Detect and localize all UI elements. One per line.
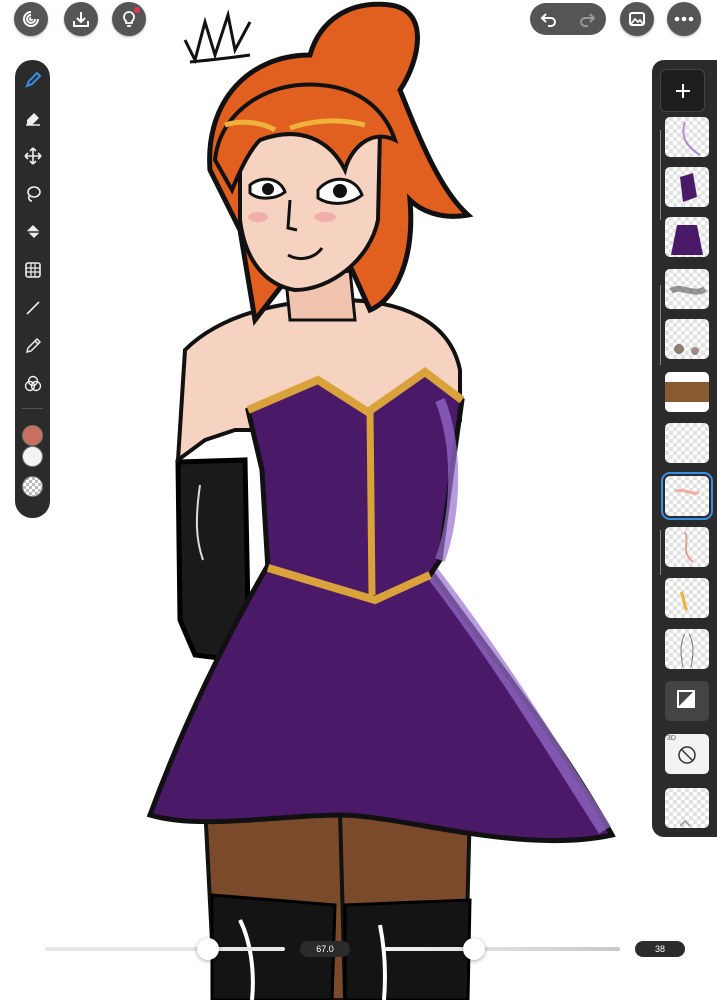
- import-button[interactable]: [64, 2, 98, 36]
- artwork-crown: [183, 9, 252, 65]
- layer-thumbnail[interactable]: [665, 117, 709, 157]
- fill-bucket-icon: [26, 225, 40, 238]
- more-icon: [674, 16, 694, 22]
- undo-button[interactable]: [530, 3, 568, 35]
- gallery-icon: [629, 12, 645, 26]
- tool-lasso[interactable]: [15, 179, 50, 209]
- add-layer-button[interactable]: [660, 69, 705, 112]
- tool-eraser[interactable]: [15, 103, 50, 133]
- layer-thumbnail[interactable]: [665, 578, 709, 618]
- lasso-icon: [26, 186, 41, 202]
- layer-thumbnail[interactable]: [665, 319, 709, 359]
- layer-group-line: [660, 285, 661, 365]
- brush-icon: [24, 71, 41, 88]
- gallery-button[interactable]: [620, 2, 654, 36]
- layer-thumbnail[interactable]: [665, 269, 709, 309]
- layer-group-line: [660, 130, 661, 220]
- undo-redo-group: [530, 3, 606, 35]
- app-logo-button[interactable]: [14, 2, 48, 36]
- layer-thumbnail[interactable]: [665, 423, 709, 463]
- layer-thumbnail[interactable]: [665, 167, 709, 207]
- notification-dot: [134, 7, 140, 13]
- more-button[interactable]: [667, 2, 701, 36]
- brush-size-track[interactable]: [45, 947, 285, 951]
- plus-icon: [675, 83, 690, 98]
- badge-3d: 3D: [667, 735, 676, 742]
- tool-line[interactable]: [15, 293, 50, 323]
- layer-thumbnail[interactable]: [665, 629, 709, 669]
- tool-blend[interactable]: [15, 369, 50, 399]
- opacity-value: 38: [635, 941, 685, 957]
- opacity-track[interactable]: [385, 947, 620, 951]
- collapse-layers-button[interactable]: [678, 815, 692, 833]
- layer-thumbnail[interactable]: [665, 217, 709, 257]
- layer-thumbnail[interactable]: [665, 372, 709, 412]
- app-logo-icon: [23, 11, 39, 27]
- eraser-icon: [25, 113, 40, 126]
- tips-button[interactable]: [112, 2, 146, 36]
- eyedropper-icon: [25, 337, 41, 354]
- tool-move[interactable]: [15, 141, 50, 171]
- color-blend-icon: [24, 375, 41, 392]
- redo-icon: [580, 13, 596, 27]
- primary-color-swatch[interactable]: [22, 425, 43, 446]
- brush-size-value: 67.0: [300, 941, 350, 957]
- tool-eyedropper[interactable]: [15, 331, 50, 361]
- tool-bar: [15, 60, 50, 518]
- secondary-color-swatch[interactable]: [22, 446, 43, 467]
- import-icon: [73, 12, 89, 27]
- layers-panel: 3D: [652, 60, 717, 837]
- layer-thumbnail[interactable]: [665, 527, 709, 567]
- transparent-color-swatch[interactable]: [22, 476, 43, 497]
- line-icon: [25, 301, 40, 315]
- move-icon: [23, 147, 42, 165]
- undo-icon: [540, 13, 556, 27]
- layer-3d-reference[interactable]: 3D: [665, 734, 709, 774]
- redo-button[interactable]: [568, 3, 606, 35]
- tool-fill[interactable]: [15, 217, 50, 247]
- layer-thumbnail-selected[interactable]: [661, 472, 713, 520]
- toolbar-divider: [22, 408, 43, 409]
- drawing-canvas[interactable]: [0, 0, 717, 1000]
- layer-group-line: [660, 530, 661, 575]
- layer-blend-mode-button[interactable]: [665, 681, 709, 721]
- tool-transform[interactable]: [15, 255, 50, 285]
- chevron-up-icon: [679, 819, 691, 827]
- tool-brush[interactable]: [15, 65, 50, 95]
- transform-grid-icon: [24, 262, 41, 278]
